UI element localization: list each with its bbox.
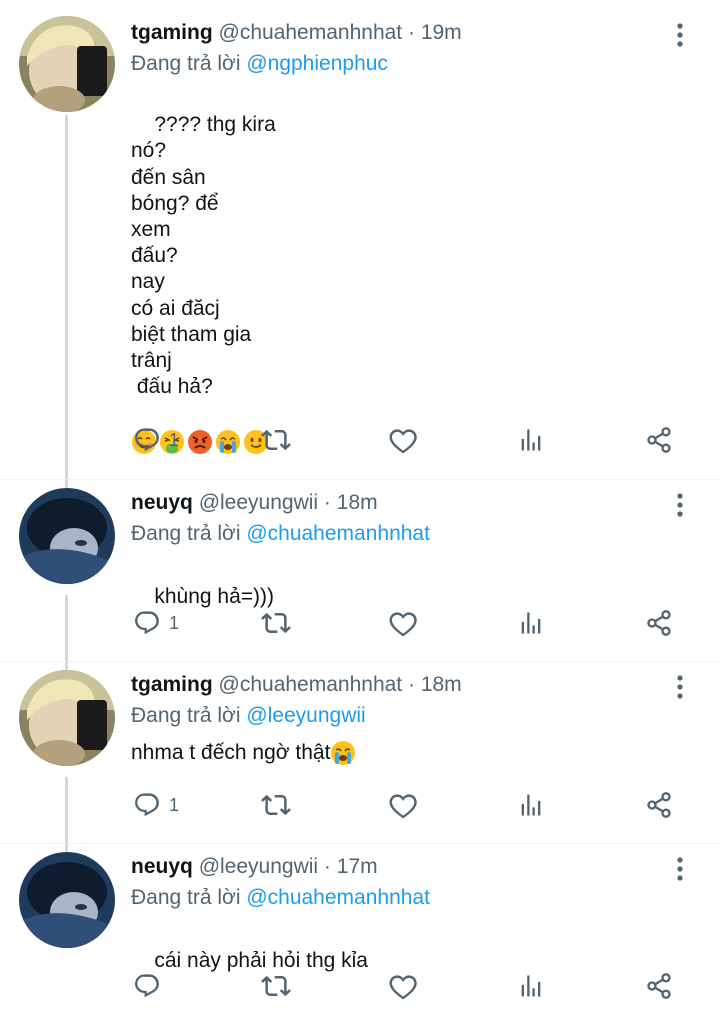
thread-line [65, 480, 68, 488]
more-options-icon[interactable] [668, 672, 692, 702]
avatar[interactable] [19, 488, 115, 584]
tweet[interactable]: tgaming @chuahemanhnhat · 19m Đang trả l… [0, 0, 720, 480]
display-name[interactable]: neuyq [131, 491, 193, 514]
user-handle[interactable]: @chuahemanhnhat [219, 673, 403, 696]
reply-context: Đang trả lời @chuahemanhnhat [131, 520, 430, 548]
reply-button[interactable]: 1 [133, 420, 179, 460]
reply-button[interactable] [133, 966, 169, 1006]
reply-button[interactable]: 1 [133, 603, 179, 643]
tweet-body: nhma t đếch ngờ thật [131, 741, 331, 764]
retweet-icon [261, 971, 291, 1001]
more-options-icon[interactable] [668, 20, 692, 50]
tweet-header: neuyq @leeyungwii · 18m [131, 488, 378, 518]
timestamp[interactable]: 18m [337, 491, 378, 514]
share-icon [645, 426, 673, 454]
user-handle[interactable]: @leeyungwii [199, 855, 318, 878]
avatar[interactable] [19, 852, 115, 948]
share-button[interactable] [645, 603, 673, 643]
timestamp[interactable]: 19m [421, 21, 462, 44]
tweet-actions: 1 [0, 603, 720, 643]
heart-icon [388, 790, 418, 820]
display-name[interactable]: tgaming [131, 673, 213, 696]
share-button[interactable] [645, 966, 673, 1006]
separator-dot: · [407, 673, 415, 696]
retweet-button[interactable] [261, 966, 291, 1006]
reply-mention[interactable]: @leeyungwii [246, 704, 365, 727]
share-icon [645, 972, 673, 1000]
user-handle[interactable]: @leeyungwii [199, 491, 318, 514]
avatar[interactable] [19, 670, 115, 766]
retweet-icon [261, 790, 291, 820]
like-button[interactable] [388, 966, 418, 1006]
tweet-body: ???? thg kira nó? đến sân bóng? để xem đ… [131, 113, 276, 399]
heart-icon [388, 971, 418, 1001]
timestamp[interactable]: 18m [421, 673, 462, 696]
reply-count: 1 [169, 794, 180, 815]
reply-icon [133, 609, 161, 637]
stats-icon [517, 426, 545, 454]
tweet-actions [0, 966, 720, 1006]
retweet-button[interactable] [261, 603, 291, 643]
reply-prefix: Đang trả lời [131, 704, 241, 727]
crying-face-icon [331, 741, 356, 766]
reply-mention[interactable]: @chuahemanhnhat [246, 886, 430, 909]
reply-mention[interactable]: @chuahemanhnhat [246, 522, 430, 545]
analytics-button[interactable] [517, 785, 545, 825]
analytics-button[interactable] [517, 966, 545, 1006]
reply-icon [133, 972, 161, 1000]
more-options-icon[interactable] [668, 854, 692, 884]
share-icon [645, 609, 673, 637]
like-button[interactable] [388, 785, 418, 825]
separator-dot: · [407, 21, 415, 44]
reply-mention[interactable]: @ngphienphuc [246, 52, 388, 75]
heart-icon [388, 608, 418, 638]
tweet-header: tgaming @chuahemanhnhat · 18m [131, 670, 462, 700]
reply-context: Đang trả lời @leeyungwii [131, 702, 366, 730]
tweet[interactable]: neuyq @leeyungwii · 18m Đang trả lời @ch… [0, 480, 720, 662]
tweet[interactable]: tgaming @chuahemanhnhat · 18m Đang trả l… [0, 662, 720, 844]
stats-icon [517, 609, 545, 637]
display-name[interactable]: neuyq [131, 855, 193, 878]
separator-dot: · [323, 491, 331, 514]
timestamp[interactable]: 17m [337, 855, 378, 878]
reply-icon [133, 791, 161, 819]
reply-icon [133, 426, 161, 454]
reply-prefix: Đang trả lời [131, 886, 241, 909]
avatar[interactable] [19, 16, 115, 112]
thread-line [65, 844, 68, 852]
reply-prefix: Đang trả lời [131, 52, 241, 75]
reply-button[interactable]: 1 [133, 785, 179, 825]
analytics-button[interactable] [517, 603, 545, 643]
display-name[interactable]: tgaming [131, 21, 213, 44]
reply-context: Đang trả lời @ngphienphuc [131, 50, 388, 78]
share-button[interactable] [645, 785, 673, 825]
heart-icon [388, 425, 418, 455]
stats-icon [517, 972, 545, 1000]
thread-line [65, 662, 68, 670]
user-handle[interactable]: @chuahemanhnhat [219, 21, 403, 44]
tweet[interactable]: neuyq @leeyungwii · 17m Đang trả lời @ch… [0, 844, 720, 1020]
reply-context: Đang trả lời @chuahemanhnhat [131, 884, 430, 912]
retweet-button[interactable] [261, 785, 291, 825]
reply-count: 1 [169, 612, 180, 633]
tweet-header: neuyq @leeyungwii · 17m [131, 852, 378, 882]
retweet-button[interactable] [261, 420, 291, 460]
tweet-actions: 1 [0, 420, 720, 460]
share-icon [645, 791, 673, 819]
retweet-icon [261, 425, 291, 455]
share-button[interactable] [645, 420, 673, 460]
reply-prefix: Đang trả lời [131, 522, 241, 545]
analytics-button[interactable] [517, 420, 545, 460]
retweet-icon [261, 608, 291, 638]
more-options-icon[interactable] [668, 490, 692, 520]
separator-dot: · [323, 855, 331, 878]
reply-count: 1 [169, 429, 180, 450]
tweet-actions: 1 [0, 785, 720, 825]
tweet-text: nhma t đếch ngờ thật [131, 740, 356, 766]
like-button[interactable] [388, 420, 418, 460]
like-button[interactable] [388, 603, 418, 643]
stats-icon [517, 791, 545, 819]
tweet-header: tgaming @chuahemanhnhat · 19m [131, 18, 462, 48]
